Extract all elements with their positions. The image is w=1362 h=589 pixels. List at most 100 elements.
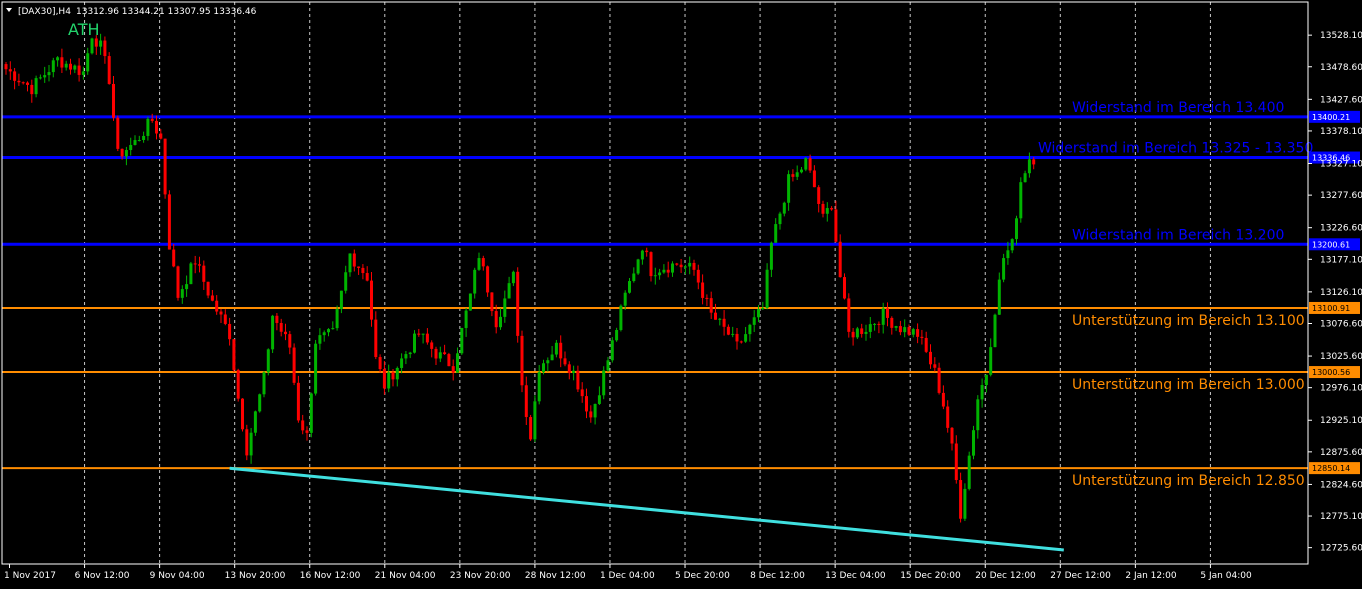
candle-body <box>1015 218 1018 240</box>
x-tick-label: 1 Dec 04:00 <box>600 571 655 581</box>
triangle-down-icon[interactable] <box>6 8 12 12</box>
y-tick-label: 12824.60 <box>1320 480 1362 490</box>
candle-body <box>851 331 855 338</box>
price-chart: Widerstand im Bereich 13.400 Widerstand i… <box>0 0 1362 585</box>
candle-body <box>361 267 365 274</box>
candle-body <box>292 347 296 383</box>
candle-body <box>284 331 287 335</box>
candle-body <box>843 277 846 299</box>
candle-body <box>60 57 64 68</box>
candle-body <box>215 300 219 312</box>
candle-body <box>180 289 184 298</box>
price-badge-text: 12850.14 <box>1312 464 1350 473</box>
y-tick-label: 13177.10 <box>1320 255 1362 265</box>
y-tick-label: 12775.10 <box>1320 512 1362 522</box>
x-tick-label: 8 Dec 12:00 <box>750 571 805 581</box>
candle-body <box>855 328 859 338</box>
y-tick-label: 13025.60 <box>1320 352 1362 362</box>
candle-body <box>400 358 404 368</box>
candle-body <box>374 319 378 358</box>
candle-body <box>34 78 38 95</box>
candle-body <box>787 174 791 203</box>
candle-body <box>533 401 537 440</box>
candle-body <box>821 203 825 214</box>
candle-body <box>288 334 292 348</box>
candle-body <box>744 334 748 342</box>
candle-body <box>881 308 885 325</box>
resistance-label: Widerstand im Bereich 13.200 <box>1072 227 1284 243</box>
trendline <box>229 466 1064 552</box>
grid-layer <box>84 2 1211 564</box>
resistance-label: Widerstand im Bereich 13.400 <box>1072 100 1284 116</box>
candle-body <box>438 352 442 359</box>
candle-body <box>21 82 25 84</box>
candle-body <box>335 309 339 329</box>
x-tick-label: 15 Dec 20:00 <box>900 571 961 581</box>
candle-body <box>550 354 554 361</box>
candle-body <box>477 258 481 270</box>
candle-body <box>890 317 894 328</box>
candle-body <box>933 364 937 368</box>
candle-body <box>404 354 408 359</box>
candle-body <box>632 273 636 282</box>
candle-body <box>279 322 283 332</box>
candle-body <box>696 269 700 283</box>
candle-body <box>868 324 872 332</box>
candle-body <box>537 372 541 402</box>
candle-body <box>645 250 649 253</box>
candle-body <box>56 57 60 61</box>
candle-body <box>834 209 838 242</box>
candle-body <box>64 63 68 68</box>
candle-body <box>589 411 593 418</box>
candle-body <box>13 71 17 81</box>
x-tick-label: 23 Nov 20:00 <box>450 571 511 581</box>
candle-body <box>546 360 550 364</box>
candle-body <box>726 326 730 335</box>
candle-body <box>623 292 627 306</box>
candle-body <box>434 348 438 359</box>
candle-body <box>167 194 171 250</box>
price-badge-text: 13200.61 <box>1312 240 1350 249</box>
candle-body <box>615 329 619 341</box>
candle-body <box>210 295 214 301</box>
candle-body <box>460 327 464 354</box>
candle-body <box>817 187 821 204</box>
candle-body <box>253 411 257 433</box>
candle-body <box>223 314 227 324</box>
y-tick-label: 12925.10 <box>1320 416 1362 426</box>
candle-body <box>511 271 515 284</box>
candle-body <box>1002 258 1006 280</box>
price-badge-text: 13100.91 <box>1312 304 1350 313</box>
candle-body <box>309 393 313 433</box>
x-tick-label: 16 Nov 12:00 <box>300 571 361 581</box>
symbol-label: [DAX30],H4 <box>18 7 71 17</box>
candle-body <box>262 372 266 395</box>
candle-body <box>447 354 451 367</box>
candle-body <box>847 298 851 332</box>
candle-body <box>886 308 889 318</box>
candle-body <box>47 72 51 76</box>
candle-body <box>830 208 834 210</box>
candle-body <box>735 333 739 342</box>
candle-body <box>593 403 597 418</box>
candle-body <box>142 135 146 140</box>
candle-body <box>4 64 8 70</box>
ath-annotation: ATH <box>68 20 100 39</box>
candle-body <box>8 69 12 72</box>
candle-body <box>176 266 180 298</box>
candle-body <box>232 339 236 370</box>
x-tick-label: 28 Nov 12:00 <box>525 571 586 581</box>
candle-body <box>1032 159 1036 165</box>
candle-body <box>331 328 335 330</box>
candle-body <box>567 364 571 374</box>
candle-body <box>129 144 133 151</box>
candle-body <box>572 370 576 374</box>
candle-body <box>954 443 958 481</box>
candle-body <box>73 65 77 70</box>
candle-body <box>443 352 447 355</box>
candle-body <box>193 263 197 265</box>
x-tick-label: 1 Nov 2017 <box>4 571 56 581</box>
x-tick-label: 2 Jan 12:00 <box>1125 571 1177 581</box>
candle-body <box>649 252 653 277</box>
ohlc-readout: 13312.96 13344.21 13307.95 13336.46 <box>76 7 257 17</box>
